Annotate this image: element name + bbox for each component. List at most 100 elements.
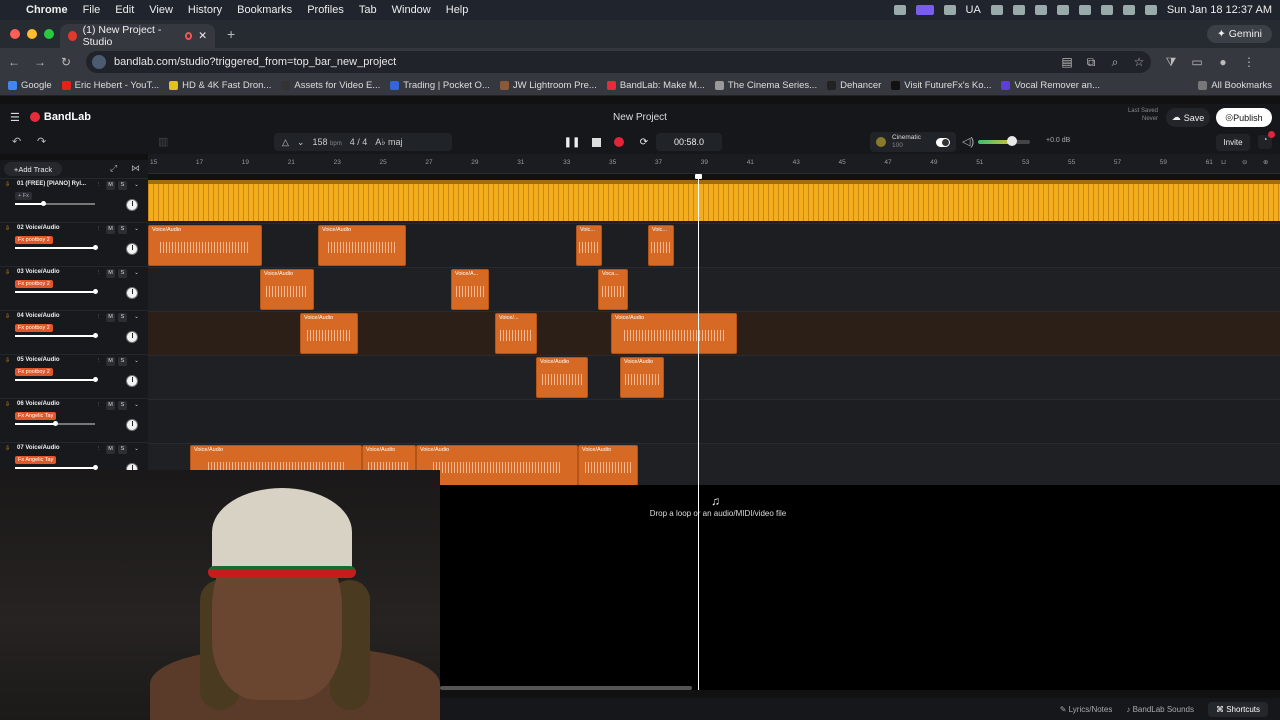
- wifi-icon[interactable]: [1100, 5, 1113, 15]
- zoom-in-icon[interactable]: ⊕: [1263, 158, 1268, 166]
- address-bar[interactable]: bandlab.com/studio?triggered_from=top_ba…: [86, 51, 1151, 73]
- audio-clip[interactable]: Voice/Audio: [318, 225, 406, 266]
- loop-button[interactable]: ⟳: [636, 134, 652, 150]
- solo-button[interactable]: S: [118, 445, 127, 454]
- zoom-icon[interactable]: ⌕: [1109, 55, 1121, 70]
- timeline-ruler[interactable]: 61 59 57 55 53 51 49 47 45 43 41 39 37 35 33 31 29 27 25 23…: [148, 154, 1280, 174]
- track-volume-knob[interactable]: [93, 333, 98, 338]
- solo-button[interactable]: S: [118, 357, 127, 366]
- track-menu-icon[interactable]: ⋮: [94, 269, 103, 278]
- bookmark-item[interactable]: HD & 4K Fast Dron...: [169, 80, 271, 91]
- track-header[interactable]: ⇩ 05 Voice/Audio Fx pootboy 2 ⋮ M S ⌄: [0, 354, 148, 398]
- solo-button[interactable]: S: [118, 269, 127, 278]
- track-menu-icon[interactable]: ⋮: [94, 445, 103, 454]
- mute-button[interactable]: M: [106, 445, 115, 454]
- profile-icon[interactable]: ●: [1217, 55, 1229, 69]
- menu-help[interactable]: Help: [446, 4, 469, 16]
- forward-icon[interactable]: →: [34, 55, 46, 69]
- track-header[interactable]: ⇩ 03 Voice/Audio Fx pootboy 2 ⋮ M S ⌄: [0, 266, 148, 310]
- publish-button[interactable]: ◎ Publish: [1216, 108, 1272, 127]
- track-menu-icon[interactable]: ⋮: [94, 181, 103, 190]
- track-fx-badge[interactable]: Fx Angelic Tay: [15, 412, 57, 420]
- track-name[interactable]: 07 Voice/Audio: [17, 445, 60, 451]
- tracks-settings-icon[interactable]: ⋈: [131, 163, 140, 174]
- track-name[interactable]: 01 (FREE) [PIANO] Ryl...: [17, 181, 86, 187]
- tempo-value[interactable]: 158 bpm: [312, 137, 341, 147]
- master-volume-knob[interactable]: [1007, 136, 1017, 146]
- pause-button[interactable]: ❚❚: [564, 134, 581, 150]
- master-volume-slider[interactable]: [978, 140, 1030, 144]
- minimize-window-button[interactable]: [27, 29, 37, 39]
- chevron-down-icon[interactable]: ⌄: [132, 225, 141, 234]
- status-icon[interactable]: [893, 5, 906, 15]
- audio-clip[interactable]: Voice/Audio: [300, 313, 358, 354]
- mastering-toggle[interactable]: [936, 137, 950, 147]
- chevron-down-icon[interactable]: ⌄: [132, 313, 141, 322]
- mute-button[interactable]: M: [106, 269, 115, 278]
- track-pan-knob[interactable]: [126, 331, 138, 343]
- bookmark-item[interactable]: Trading | Pocket O...: [390, 80, 490, 91]
- track-header[interactable]: ⇩ 04 Voice/Audio Fx pootboy 2 ⋮ M S ⌄: [0, 310, 148, 354]
- close-window-button[interactable]: [10, 29, 20, 39]
- bookmark-star-icon[interactable]: ☆: [1133, 55, 1145, 70]
- track-name[interactable]: 03 Voice/Audio: [17, 269, 60, 275]
- menu-history[interactable]: History: [188, 4, 222, 16]
- search-icon[interactable]: [1122, 5, 1135, 15]
- track-lane[interactable]: Voice/Audio Voice/... Voice/Audio: [148, 312, 1280, 356]
- hamburger-menu-icon[interactable]: ☰: [10, 111, 20, 124]
- project-title[interactable]: New Project: [560, 112, 720, 123]
- chrome-menu-icon[interactable]: ⋮: [1243, 55, 1255, 69]
- back-icon[interactable]: ←: [8, 55, 20, 69]
- url-text[interactable]: bandlab.com/studio?triggered_from=top_ba…: [114, 56, 396, 68]
- horizontal-scrollbar[interactable]: [440, 686, 692, 690]
- mute-button[interactable]: M: [106, 313, 115, 322]
- track-fx-badge[interactable]: Fx pootboy 2: [15, 368, 53, 376]
- speaker-icon[interactable]: ◁): [962, 135, 974, 148]
- audio-clip[interactable]: Voic...: [576, 225, 602, 266]
- audio-clip[interactable]: Voic...: [648, 225, 674, 266]
- track-lane[interactable]: Voice/Audio Voice/Audio: [148, 356, 1280, 400]
- menu-edit[interactable]: Edit: [115, 4, 134, 16]
- control-center-icon[interactable]: [1144, 5, 1157, 15]
- solo-button[interactable]: S: [118, 225, 127, 234]
- chevron-down-icon[interactable]: ⌄: [132, 357, 141, 366]
- undo-icon[interactable]: ↶: [12, 135, 21, 148]
- track-fx-badge[interactable]: + Fx: [15, 192, 32, 200]
- bandlab-logo[interactable]: BandLab: [29, 111, 91, 123]
- track-arm-icon[interactable]: ⇩: [5, 313, 10, 320]
- reader-mode-icon[interactable]: ▤: [1061, 55, 1073, 70]
- chevron-down-icon[interactable]: ⌄: [297, 137, 305, 148]
- chevron-down-icon[interactable]: ⌄: [132, 269, 141, 278]
- solo-button[interactable]: S: [118, 401, 127, 410]
- input-language[interactable]: UA: [966, 4, 981, 16]
- track-lane[interactable]: [148, 180, 1280, 224]
- track-fx-badge[interactable]: Fx Angelic Tay: [15, 456, 57, 464]
- chevron-down-icon[interactable]: ⌄: [132, 401, 141, 410]
- track-header[interactable]: ⇩ 02 Voice/Audio Fx pootboy 2 ⋮ M S ⌄: [0, 222, 148, 266]
- menu-window[interactable]: Window: [392, 4, 431, 16]
- track-volume-knob[interactable]: [93, 245, 98, 250]
- invite-button[interactable]: Invite: [1216, 134, 1250, 151]
- track-arm-icon[interactable]: ⇩: [5, 269, 10, 276]
- reload-icon[interactable]: ↻: [60, 55, 72, 69]
- mute-button[interactable]: M: [106, 225, 115, 234]
- track-volume-knob[interactable]: [93, 377, 98, 382]
- track-menu-icon[interactable]: ⋮: [94, 313, 103, 322]
- snap-icon[interactable]: ⊔: [1221, 158, 1226, 166]
- drop-zone[interactable]: [440, 485, 1280, 690]
- bookmark-item[interactable]: Google: [8, 80, 52, 91]
- track-volume-knob[interactable]: [93, 289, 98, 294]
- audio-clip[interactable]: Voice/...: [495, 313, 537, 354]
- chevron-down-icon[interactable]: ⌄: [132, 181, 141, 190]
- new-tab-button[interactable]: +: [227, 26, 235, 42]
- bookmark-item[interactable]: BandLab: Make M...: [606, 80, 705, 91]
- record-button[interactable]: [611, 134, 627, 150]
- metronome-icon[interactable]: △: [282, 137, 289, 148]
- stop-button[interactable]: [588, 134, 604, 150]
- mute-button[interactable]: M: [106, 181, 115, 190]
- audio-clip[interactable]: Voice/Audio: [611, 313, 737, 354]
- track-fx-badge[interactable]: Fx pootboy 2: [15, 236, 53, 244]
- track-header[interactable]: ⇩ 06 Voice/Audio Fx Angelic Tay ⋮ M S ⌄: [0, 398, 148, 442]
- track-lane[interactable]: Voice/Audio Voice/A... Voca...: [148, 268, 1280, 312]
- track-pan-knob[interactable]: [126, 375, 138, 387]
